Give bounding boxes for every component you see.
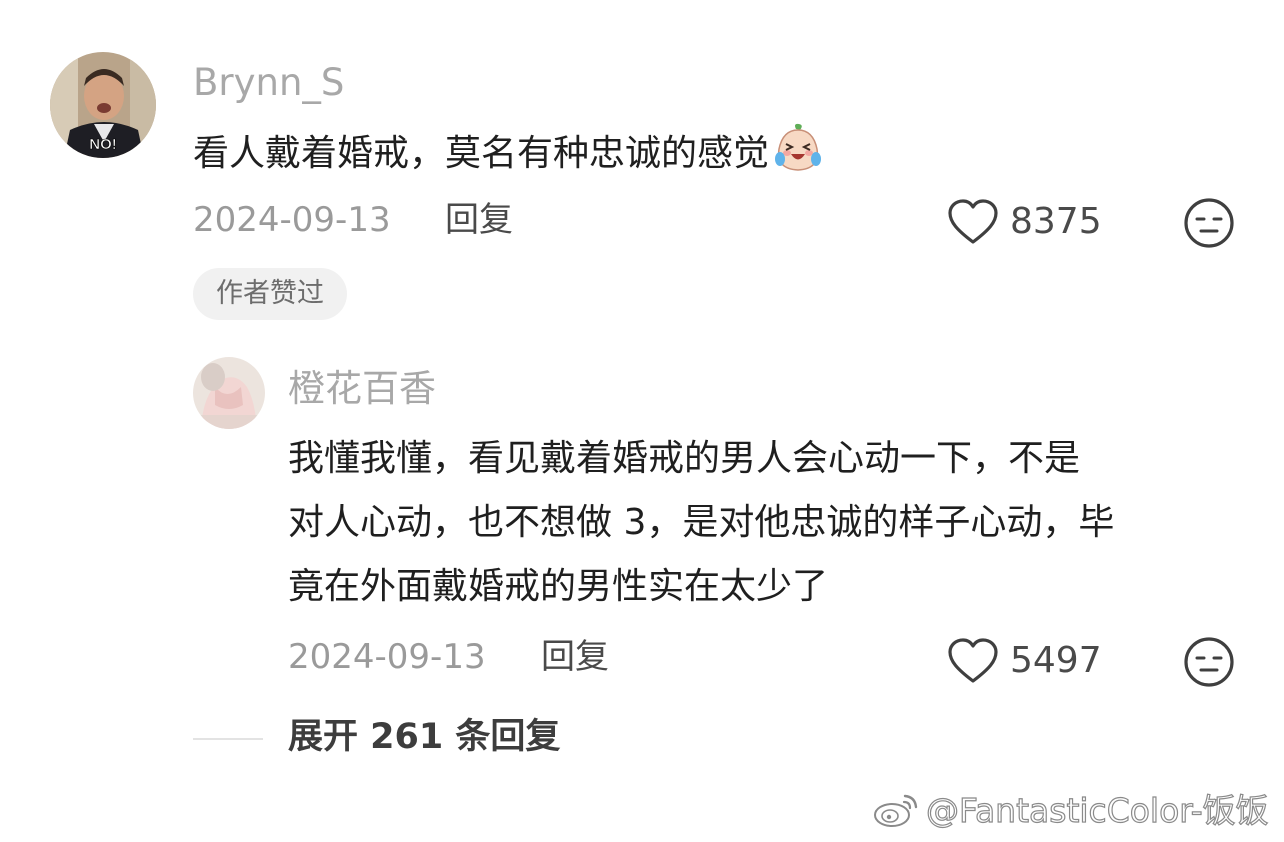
comment-body: 看人戴着婚戒，莫名有种忠诚的感觉 bbox=[193, 121, 825, 186]
expand-divider bbox=[193, 738, 263, 740]
replier-avatar[interactable] bbox=[193, 357, 265, 429]
comment-like-button[interactable]: 8375 bbox=[946, 197, 1102, 247]
author-liked-badge: 作者赞过 bbox=[193, 268, 347, 320]
comment-reply-button[interactable]: 回复 bbox=[445, 203, 513, 237]
reply-body: 我懂我懂，看见戴着婚戒的男人会心动一下，不是 对人心动，也不想做 3，是对他忠诚… bbox=[288, 427, 1114, 619]
reply-like-count: 5497 bbox=[1010, 640, 1102, 681]
avatar-caption: NO! bbox=[89, 136, 117, 153]
crying-laughing-emoji-icon bbox=[771, 121, 825, 175]
commenter-username[interactable]: Brynn_S bbox=[193, 64, 344, 101]
expand-replies-button[interactable]: 展开 261 条回复 bbox=[288, 720, 560, 755]
comment-text: 看人戴着婚戒，莫名有种忠诚的感觉 bbox=[193, 133, 770, 174]
comment-like-count: 8375 bbox=[1010, 201, 1102, 242]
reply-text-line: 对人心动，也不想做 3，是对他忠诚的样子心动，毕 bbox=[288, 502, 1115, 543]
commenter-avatar[interactable]: NO! bbox=[50, 52, 156, 158]
watermark: @FantasticColor-饭饭 bbox=[872, 788, 1269, 832]
reply-like-button[interactable]: 5497 bbox=[946, 636, 1102, 686]
weibo-logo-icon bbox=[872, 790, 920, 830]
reply-text-line: 竟在外面戴婚戒的男性实在太少了 bbox=[288, 566, 829, 607]
heart-outline-icon bbox=[946, 198, 1000, 246]
heart-outline-icon bbox=[946, 637, 1000, 685]
replier-username[interactable]: 橙花百香 bbox=[288, 370, 436, 407]
neutral-face-icon[interactable] bbox=[1183, 636, 1235, 688]
reply-reply-button[interactable]: 回复 bbox=[541, 640, 609, 674]
reply-text-line: 我懂我懂，看见戴着婚戒的男人会心动一下，不是 bbox=[288, 438, 1081, 479]
neutral-face-icon[interactable] bbox=[1183, 197, 1235, 249]
watermark-text: @FantasticColor-饭饭 bbox=[925, 790, 1269, 830]
reply-date: 2024-09-13 bbox=[288, 637, 486, 677]
comment-date: 2024-09-13 bbox=[193, 200, 391, 240]
